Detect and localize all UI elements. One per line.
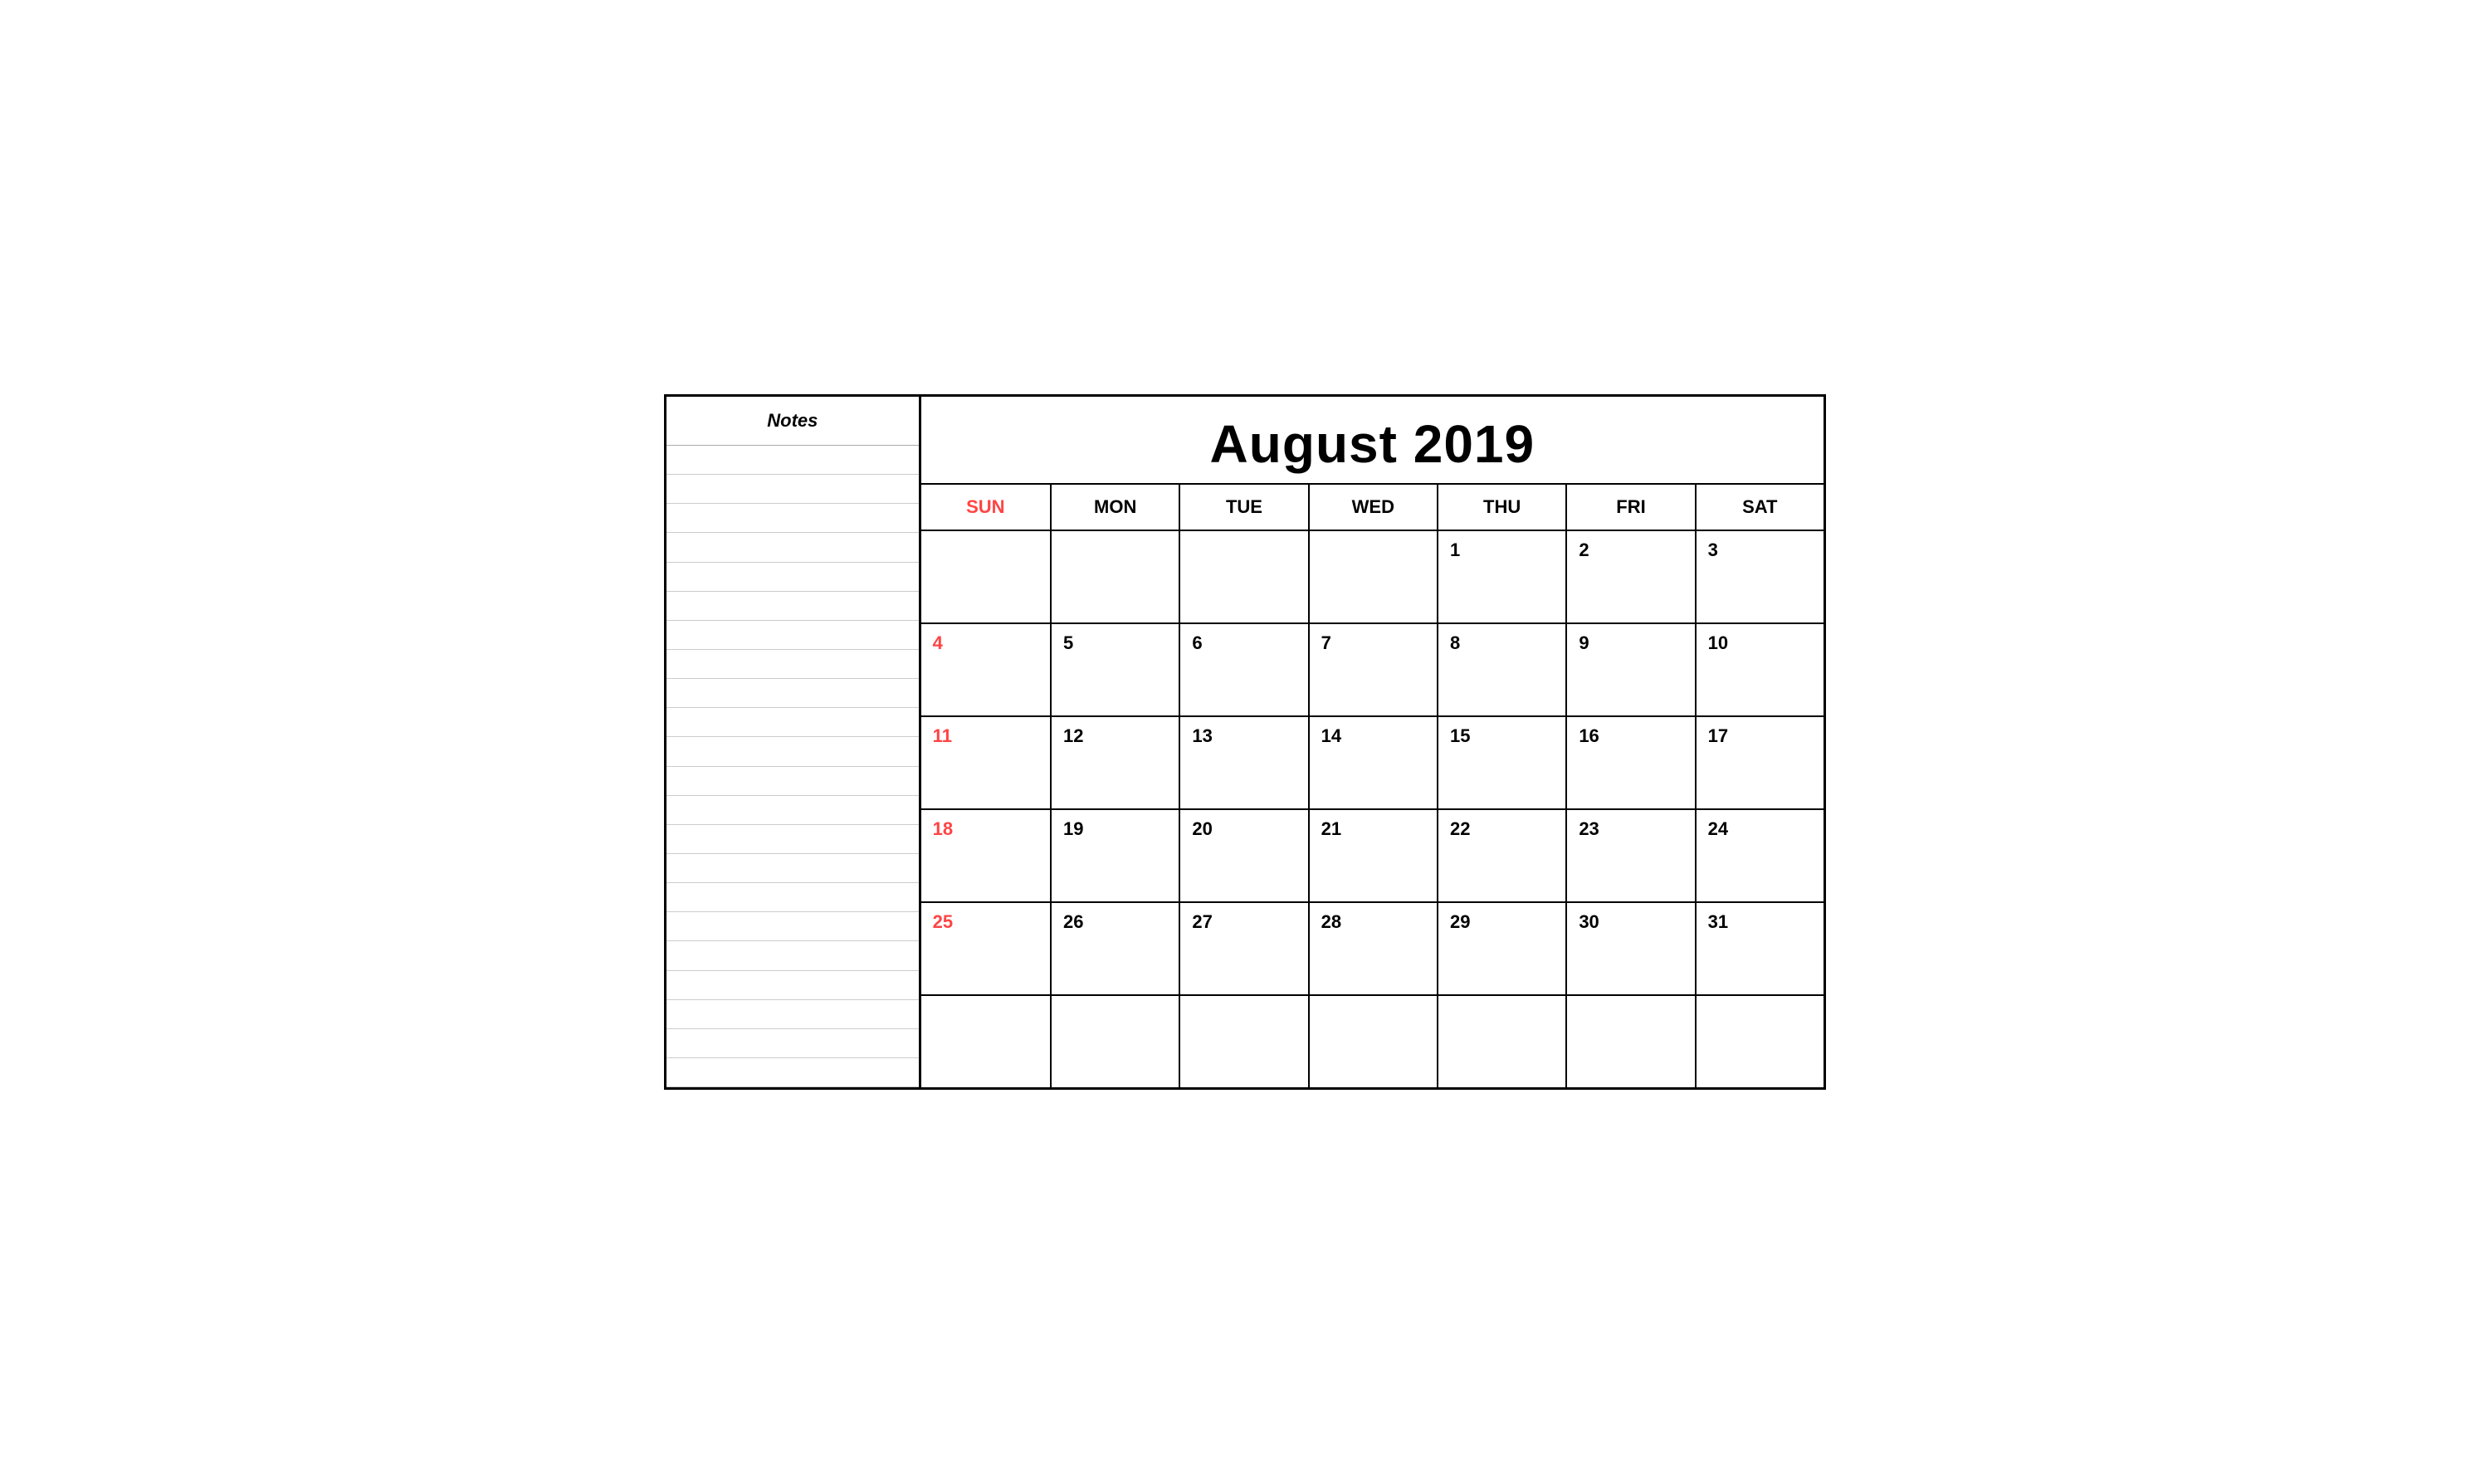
day-cell[interactable]: 23 bbox=[1565, 810, 1694, 901]
notes-line[interactable] bbox=[666, 1058, 919, 1087]
day-cell[interactable]: 26 bbox=[1050, 903, 1179, 994]
notes-line[interactable] bbox=[666, 1000, 919, 1029]
day-cell[interactable]: 29 bbox=[1437, 903, 1565, 994]
day-cell[interactable]: 6 bbox=[1179, 624, 1307, 715]
notes-line[interactable] bbox=[666, 941, 919, 970]
calendar-section: August 2019 SUNMONTUEWEDTHUFRISAT 123456… bbox=[921, 397, 1824, 1087]
notes-header: Notes bbox=[666, 397, 919, 446]
notes-line[interactable] bbox=[666, 825, 919, 854]
day-cell[interactable]: 14 bbox=[1308, 717, 1437, 808]
day-cell[interactable]: 21 bbox=[1308, 810, 1437, 901]
day-cell[interactable]: 8 bbox=[1437, 624, 1565, 715]
calendar-weeks: 1234567891011121314151617181920212223242… bbox=[921, 531, 1824, 1087]
day-cell[interactable] bbox=[921, 996, 1050, 1087]
day-header-sat: SAT bbox=[1695, 485, 1824, 531]
calendar-title: August 2019 bbox=[921, 397, 1824, 483]
day-header-tue: TUE bbox=[1179, 485, 1307, 531]
page-container: Notes August 2019 SUNMONTUEWEDTHUFRISAT … bbox=[664, 394, 1826, 1090]
day-cell[interactable]: 31 bbox=[1695, 903, 1824, 994]
day-cell[interactable]: 10 bbox=[1695, 624, 1824, 715]
day-header-wed: WED bbox=[1308, 485, 1437, 531]
day-cell[interactable]: 9 bbox=[1565, 624, 1694, 715]
day-cell[interactable] bbox=[1050, 531, 1179, 622]
day-cell[interactable] bbox=[1179, 996, 1307, 1087]
day-header-fri: FRI bbox=[1565, 485, 1694, 531]
day-header-mon: MON bbox=[1050, 485, 1179, 531]
day-cell[interactable] bbox=[1437, 996, 1565, 1087]
day-header-sun: SUN bbox=[921, 485, 1050, 531]
day-cell[interactable]: 22 bbox=[1437, 810, 1565, 901]
notes-title: Notes bbox=[767, 410, 818, 431]
day-cell[interactable]: 17 bbox=[1695, 717, 1824, 808]
day-cell[interactable]: 7 bbox=[1308, 624, 1437, 715]
day-cell[interactable]: 4 bbox=[921, 624, 1050, 715]
day-cell[interactable]: 3 bbox=[1695, 531, 1824, 622]
day-cell[interactable] bbox=[921, 531, 1050, 622]
day-cell[interactable]: 28 bbox=[1308, 903, 1437, 994]
notes-line[interactable] bbox=[666, 883, 919, 912]
day-cell[interactable]: 13 bbox=[1179, 717, 1307, 808]
notes-section: Notes bbox=[666, 397, 921, 1087]
day-cell[interactable]: 12 bbox=[1050, 717, 1179, 808]
week-row-0: 123 bbox=[921, 531, 1824, 624]
day-header-thu: THU bbox=[1437, 485, 1565, 531]
day-cell[interactable]: 25 bbox=[921, 903, 1050, 994]
week-row-2: 11121314151617 bbox=[921, 717, 1824, 810]
day-cell[interactable]: 1 bbox=[1437, 531, 1565, 622]
day-cell[interactable]: 11 bbox=[921, 717, 1050, 808]
day-cell[interactable]: 18 bbox=[921, 810, 1050, 901]
day-cell[interactable] bbox=[1695, 996, 1824, 1087]
notes-line[interactable] bbox=[666, 475, 919, 504]
day-cell[interactable] bbox=[1308, 996, 1437, 1087]
notes-line[interactable] bbox=[666, 621, 919, 650]
day-cell[interactable]: 15 bbox=[1437, 717, 1565, 808]
day-cell[interactable]: 19 bbox=[1050, 810, 1179, 901]
week-row-1: 45678910 bbox=[921, 624, 1824, 717]
notes-line[interactable] bbox=[666, 679, 919, 708]
day-cell[interactable] bbox=[1565, 996, 1694, 1087]
notes-line[interactable] bbox=[666, 1029, 919, 1058]
notes-line[interactable] bbox=[666, 971, 919, 1000]
notes-line[interactable] bbox=[666, 563, 919, 592]
notes-lines bbox=[666, 446, 919, 1087]
week-row-4: 25262728293031 bbox=[921, 903, 1824, 996]
week-row-5 bbox=[921, 996, 1824, 1087]
day-cell[interactable]: 2 bbox=[1565, 531, 1694, 622]
calendar-grid: SUNMONTUEWEDTHUFRISAT 123456789101112131… bbox=[921, 483, 1824, 1087]
day-cell[interactable]: 24 bbox=[1695, 810, 1824, 901]
notes-line[interactable] bbox=[666, 737, 919, 766]
day-cell[interactable] bbox=[1179, 531, 1307, 622]
day-cell[interactable]: 30 bbox=[1565, 903, 1694, 994]
day-cell[interactable]: 20 bbox=[1179, 810, 1307, 901]
notes-line[interactable] bbox=[666, 708, 919, 737]
notes-line[interactable] bbox=[666, 912, 919, 941]
day-cell[interactable] bbox=[1308, 531, 1437, 622]
notes-line[interactable] bbox=[666, 767, 919, 796]
notes-line[interactable] bbox=[666, 446, 919, 475]
notes-line[interactable] bbox=[666, 592, 919, 621]
notes-line[interactable] bbox=[666, 504, 919, 533]
week-row-3: 18192021222324 bbox=[921, 810, 1824, 903]
day-headers-row: SUNMONTUEWEDTHUFRISAT bbox=[921, 483, 1824, 531]
notes-line[interactable] bbox=[666, 533, 919, 562]
day-cell[interactable]: 16 bbox=[1565, 717, 1694, 808]
day-cell[interactable]: 27 bbox=[1179, 903, 1307, 994]
notes-line[interactable] bbox=[666, 796, 919, 825]
day-cell[interactable]: 5 bbox=[1050, 624, 1179, 715]
notes-line[interactable] bbox=[666, 854, 919, 883]
notes-line[interactable] bbox=[666, 650, 919, 679]
day-cell[interactable] bbox=[1050, 996, 1179, 1087]
